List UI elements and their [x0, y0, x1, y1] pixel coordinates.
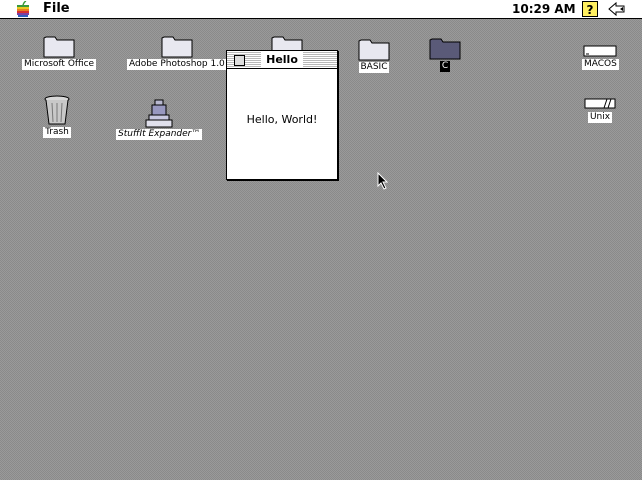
- desktop-item-label: Trash: [43, 127, 71, 138]
- menu-bar: File 10:29 AM ?: [0, 0, 642, 19]
- application-menu-icon[interactable]: [607, 1, 627, 17]
- close-box-icon[interactable]: [234, 55, 245, 66]
- trash-icon: [44, 95, 70, 125]
- svg-text:?: ?: [587, 3, 594, 17]
- mouse-pointer-icon: [377, 172, 389, 190]
- desktop-item-label: BASIC: [358, 62, 390, 73]
- desktop-item-unix[interactable]: Unix: [584, 97, 616, 123]
- stuffit-icon: [145, 99, 173, 128]
- desktop-item-trash[interactable]: Trash: [42, 94, 72, 138]
- menu-file[interactable]: File: [43, 1, 70, 16]
- folder-icon: [43, 36, 75, 58]
- desktop-item-c[interactable]: C: [429, 36, 461, 72]
- disk-icon: [583, 45, 617, 57]
- folder-icon: [358, 39, 390, 61]
- window-body-text: Hello, World!: [246, 113, 318, 126]
- desktop-item-label: MACOS: [582, 59, 619, 70]
- help-question-icon[interactable]: ?: [582, 1, 598, 17]
- desktop-item-label: StuffIt Expander™: [116, 129, 203, 140]
- desktop-item-label: Unix: [587, 112, 613, 123]
- window-title-bar[interactable]: Hello: [227, 51, 337, 69]
- window-title: Hello: [261, 52, 303, 67]
- desktop-item-adobe-photoshop[interactable]: Adobe Photoshop 1.0: [127, 34, 227, 70]
- desktop-item-label: Adobe Photoshop 1.0: [127, 59, 227, 70]
- menu-clock[interactable]: 10:29 AM: [512, 2, 576, 16]
- desktop-item-label: Microsoft Office: [22, 59, 97, 70]
- hello-window[interactable]: Hello Hello, World!: [226, 50, 338, 180]
- disk-icon: [584, 98, 616, 109]
- desktop-item-microsoft-office[interactable]: Microsoft Office: [22, 34, 97, 70]
- apple-logo-icon[interactable]: [16, 1, 30, 17]
- desktop-item-stuffit-expander[interactable]: StuffIt Expander™: [116, 98, 203, 140]
- desktop-item-macos[interactable]: MACOS: [582, 44, 619, 70]
- folder-icon: [161, 36, 193, 58]
- folder-icon: [429, 38, 461, 60]
- desktop-item-basic[interactable]: BASIC: [358, 37, 390, 73]
- desktop-item-label: C: [439, 61, 451, 72]
